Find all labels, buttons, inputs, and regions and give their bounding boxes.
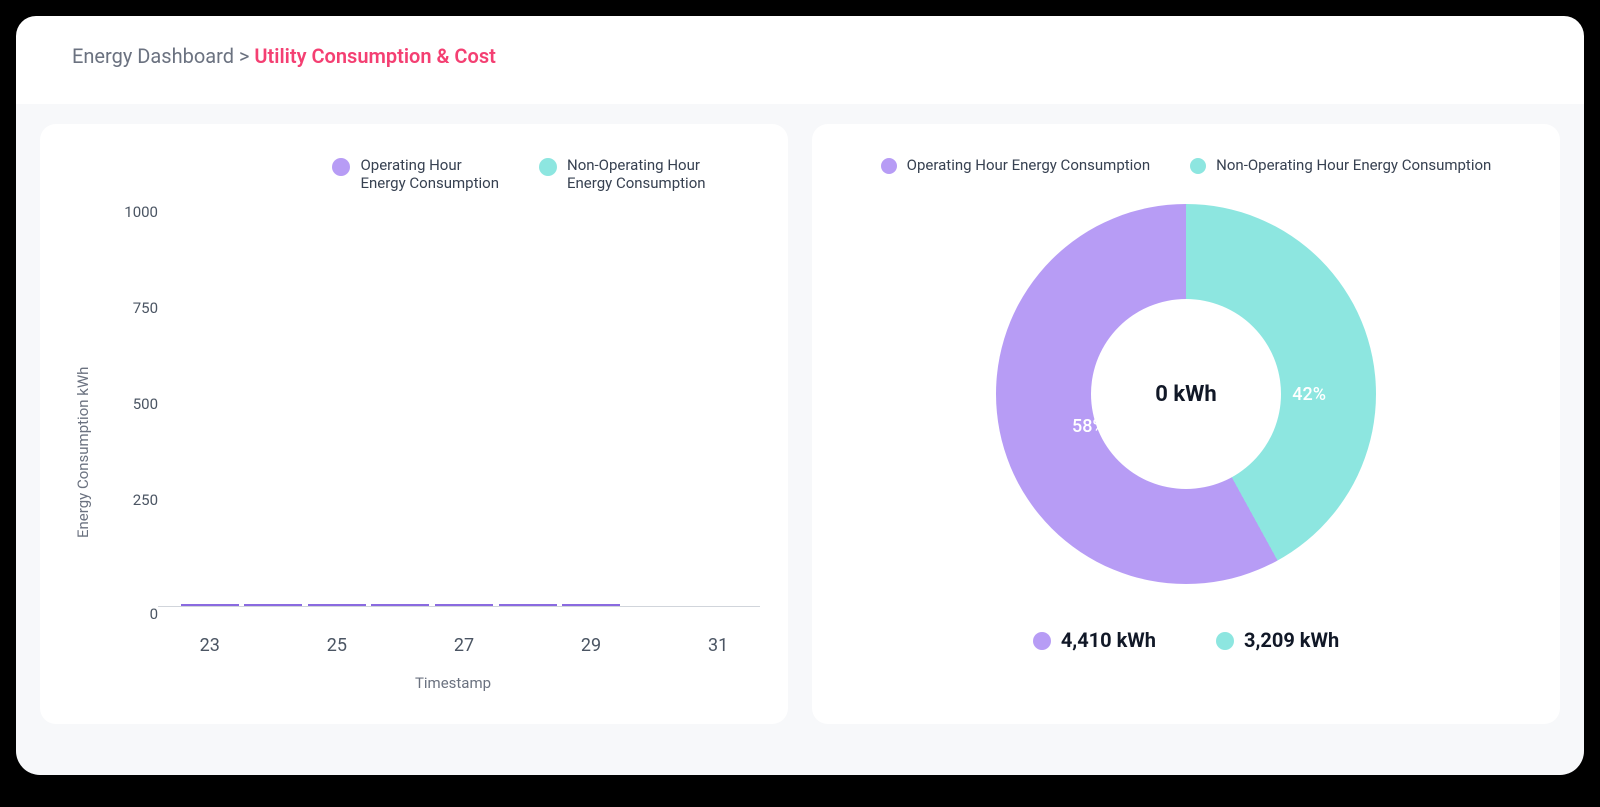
bar-seg-operating [499,604,557,606]
bars-container [178,212,750,606]
y-axis-label: Energy Consumption kWh [68,212,98,692]
dashboard-page: Energy Dashboard > Utility Consumption &… [16,16,1584,775]
bar [244,604,302,606]
bar [435,604,493,606]
bar-chart-card: Operating Hour Energy Consumption Non-Op… [40,124,788,724]
circle-icon [1033,632,1051,650]
legend-operating: Operating Hour Energy Consumption [881,156,1151,174]
bar [562,604,620,606]
legend-label: Operating Hour Energy Consumption [907,156,1151,174]
x-tick [499,635,557,656]
pct-non-operating: 42% [1292,384,1326,405]
bar-seg-operating [181,604,239,606]
bar-seg-operating [435,604,493,606]
bar-seg-operating [308,604,366,606]
donut-container: 0 kWh 58% 42% [996,204,1376,584]
legend-label: Non-Operating Hour Energy Consumption [1216,156,1491,174]
bar-legend: Operating Hour Energy Consumption Non-Op… [68,156,760,192]
pct-operating: 58% [1072,416,1106,437]
plot-column: 1000 750 500 250 0 23 25 27 29 31 Timestamp [146,212,760,692]
x-tick: 27 [435,635,493,656]
bar [308,604,366,606]
x-tick: 23 [181,635,239,656]
x-tick: 25 [308,635,366,656]
legend-non-operating: Non-Operating Hour Energy Consumption [539,156,706,192]
x-tick [371,635,429,656]
circle-icon [539,158,557,176]
legend-operating: Operating Hour Energy Consumption [332,156,499,192]
bar [499,604,557,606]
content-row: Operating Hour Energy Consumption Non-Op… [16,104,1584,744]
bar-chart: Energy Consumption kWh 1000 750 500 250 … [68,212,760,692]
value-non-operating: 3,209 kWh [1216,628,1339,652]
x-tick: 29 [562,635,620,656]
y-tick: 500 [133,395,158,413]
donut-center-label: 0 kWh [1091,299,1281,489]
y-tick: 0 [150,605,158,623]
donut-chart-card: Operating Hour Energy Consumption Non-Op… [812,124,1560,724]
y-tick: 250 [133,491,158,509]
legend-non-operating: Non-Operating Hour Energy Consumption [1190,156,1491,174]
bar-seg-operating [562,604,620,606]
circle-icon [1216,632,1234,650]
x-ticks: 23 25 27 29 31 [178,607,750,656]
plot-area: 1000 750 500 250 0 [158,212,760,607]
x-axis-label: Timestamp [146,656,760,692]
circle-icon [1190,158,1206,174]
x-tick [626,635,684,656]
donut-values: 4,410 kWh 3,209 kWh [1033,628,1339,652]
breadcrumb: Energy Dashboard > Utility Consumption &… [16,16,1584,104]
bar [181,604,239,606]
breadcrumb-current[interactable]: Utility Consumption & Cost [254,44,495,68]
y-tick: 750 [133,299,158,317]
bar-seg-operating [371,604,429,606]
breadcrumb-parent[interactable]: Energy Dashboard [72,44,234,68]
bar [371,604,429,606]
y-ticks: 1000 750 500 250 0 [104,212,158,606]
donut-legend: Operating Hour Energy Consumption Non-Op… [881,156,1492,174]
donut-wrap: Operating Hour Energy Consumption Non-Op… [840,148,1532,652]
bar-seg-operating [244,604,302,606]
breadcrumb-sep: > [239,44,249,68]
x-tick: 31 [689,635,747,656]
legend-label: Operating Hour Energy Consumption [360,156,499,192]
value-text: 3,209 kWh [1244,628,1339,652]
x-tick [244,635,302,656]
value-operating: 4,410 kWh [1033,628,1156,652]
value-text: 4,410 kWh [1061,628,1156,652]
y-tick: 1000 [124,203,158,221]
legend-label: Non-Operating Hour Energy Consumption [567,156,706,192]
circle-icon [332,158,350,176]
circle-icon [881,158,897,174]
